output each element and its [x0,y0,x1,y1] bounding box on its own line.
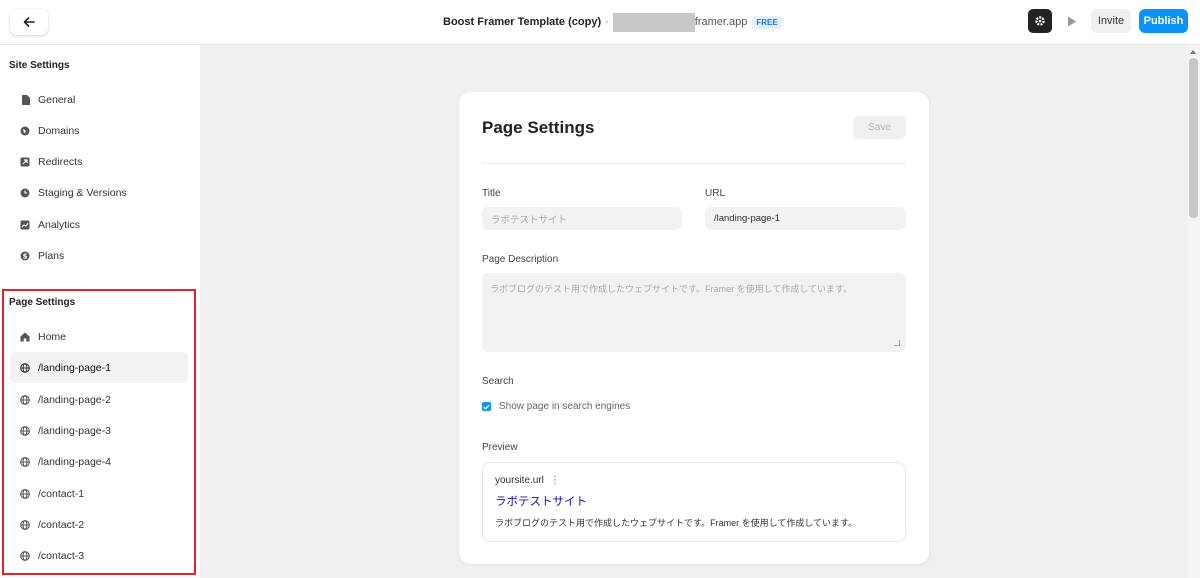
sidebar-item-label: Home [38,330,67,343]
sidebar-item-label: Redirects [38,155,83,168]
project-name: Boost Framer Template (copy) [443,16,602,28]
sidebar: Site Settings General Domains Redirects … [0,45,200,578]
scroll-up-arrow[interactable] [1190,50,1196,54]
globe-icon [20,519,30,530]
globe-icon [20,425,30,436]
sidebar-item-label: /contact-2 [38,518,85,531]
sidebar-item-redirects[interactable]: Redirects [10,146,188,177]
play-icon [1068,16,1076,26]
globe-icon [20,550,30,561]
settings-button[interactable] [1028,9,1052,33]
sidebar-item-home[interactable]: Home [10,321,188,352]
sidebar-item-label: Staging & Versions [38,186,127,199]
divider [482,163,906,164]
sidebar-item-landing-page-3[interactable]: /landing-page-3 [10,415,188,446]
globe-icon [20,126,30,136]
globe-icon [20,394,30,405]
project-title-bar: Boost Framer Template (copy) · framer.ap… [443,12,782,32]
gear-icon [1035,16,1045,26]
sidebar-item-label: /contact-1 [38,487,85,500]
search-checkbox-label: Show page in search engines [499,401,631,412]
sidebar-item-label: Domains [38,124,80,137]
sidebar-item-label: General [38,93,76,106]
sidebar-item-contact-1[interactable]: /contact-1 [10,478,188,509]
scroll-thumb[interactable] [1189,58,1198,218]
url-input[interactable]: /landing-page-1 [705,207,906,230]
page-settings-card: Page Settings Save Title ラボテストサイト URL /l… [459,92,929,564]
sidebar-item-landing-page-1[interactable]: /landing-page-1 [10,352,188,383]
publish-button[interactable]: Publish [1139,9,1188,33]
save-button[interactable]: Save [853,116,906,139]
checkmark-icon [483,404,490,410]
preview-description: ラボブログのテスト用で作成したウェブサイトです。Framer を使用して作成して… [495,518,858,528]
preview-url: yoursite.url [495,475,544,486]
svg-text:$: $ [23,252,28,260]
url-field-label: URL [705,188,726,199]
sidebar-item-contact-3[interactable]: /contact-3 [10,540,188,571]
sidebar-item-label: /landing-page-4 [38,455,111,468]
sidebar-item-label: /landing-page-2 [38,393,111,406]
redacted-subdomain [612,12,695,32]
sidebar-item-staging[interactable]: Staging & Versions [10,177,188,208]
sidebar-item-landing-page-2[interactable]: /landing-page-2 [10,384,188,415]
sidebar-item-plans[interactable]: $ Plans [10,240,188,271]
preview-title: ラボテストサイト [495,496,587,508]
sidebar-item-label: /contact-3 [38,549,85,562]
sidebar-item-contact-2[interactable]: /contact-2 [10,509,188,540]
sidebar-item-label: /landing-page-1 [38,361,111,374]
globe-icon [20,456,30,467]
sidebar-item-landing-page-4[interactable]: /landing-page-4 [10,446,188,477]
title-field-label: Title [482,188,501,199]
search-preview: yoursite.url ⋮ ラボテストサイト ラボブログのテスト用で作成したウ… [482,462,906,542]
sidebar-item-analytics[interactable]: Analytics [10,209,188,240]
globe-icon [20,362,30,373]
document-icon [20,94,30,105]
description-textarea[interactable]: ラボブログのテスト用で作成したウェブサイトです。Framer を使用して作成して… [482,273,906,352]
domain-suffix[interactable]: framer.app [695,16,748,28]
search-checkbox[interactable] [482,402,491,411]
page-title: Page Settings [482,118,595,137]
description-placeholder: ラボブログのテスト用で作成したウェブサイトです。Framer を使用して作成して… [490,284,853,294]
preview-field-label: Preview [482,442,518,453]
globe-icon [20,488,30,499]
search-engine-toggle[interactable]: Show page in search engines [482,401,630,412]
title-input[interactable]: ラボテストサイト [482,207,682,230]
redirect-icon [20,157,30,167]
sidebar-item-domains[interactable]: Domains [10,115,188,146]
sidebar-item-general[interactable]: General [10,84,188,115]
sidebar-item-label: Analytics [38,218,81,231]
title-separator: · [605,16,609,28]
chart-icon [20,220,30,230]
top-bar: Boost Framer Template (copy) · framer.ap… [0,0,1200,45]
resize-handle[interactable] [894,340,900,346]
dollar-icon: $ [20,251,30,261]
back-button[interactable] [10,9,48,35]
sidebar-item-label: /landing-page-3 [38,424,111,437]
description-field-label: Page Description [482,254,559,265]
plan-badge: FREE [752,15,782,29]
preview-url-row: yoursite.url ⋮ [495,475,560,486]
arrow-left-icon [23,17,35,27]
home-icon [20,332,30,342]
scrollbar[interactable] [1187,45,1200,578]
site-settings-heading: Site Settings [9,60,70,71]
search-field-label: Search [482,376,514,387]
sidebar-item-label: Plans [38,249,65,262]
more-vertical-icon: ⋮ [549,475,560,486]
clock-icon [20,188,30,198]
preview-button[interactable] [1061,9,1083,33]
page-settings-heading: Page Settings [9,297,76,308]
invite-button[interactable]: Invite [1091,9,1131,33]
